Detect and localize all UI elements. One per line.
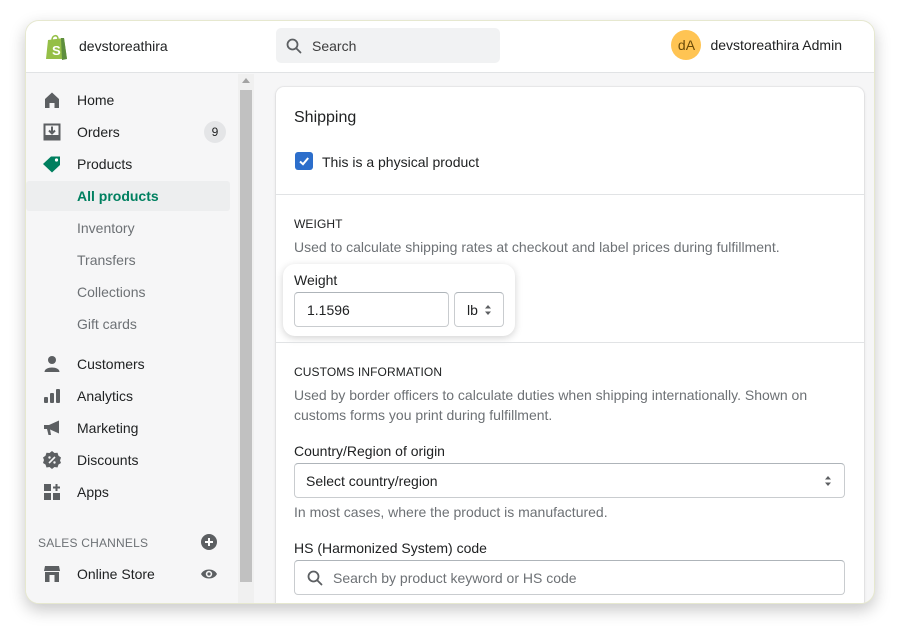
avatar: dA (671, 30, 702, 60)
user-name: devstoreathira Admin (710, 37, 842, 53)
app-window: S devstoreathira Search dA devstoreathir… (25, 20, 875, 604)
customers-icon (42, 354, 62, 374)
sidebar-item-inventory[interactable]: Inventory (26, 213, 230, 243)
country-help-text: In most cases, where the product is manu… (294, 504, 608, 520)
store-name[interactable]: devstoreathira (79, 38, 168, 54)
country-region-select[interactable]: Select country/region (294, 463, 845, 498)
top-bar: S devstoreathira Search dA devstoreathir… (26, 21, 874, 73)
sales-channels-heading: SALES CHANNELS (38, 536, 149, 550)
products-tag-icon (42, 154, 62, 174)
orders-count-badge: 9 (204, 121, 226, 143)
orders-icon (42, 122, 62, 142)
sidebar-item-orders[interactable]: Orders 9 (26, 117, 230, 147)
sidebar-item-gift-cards[interactable]: Gift cards (26, 309, 230, 339)
sidebar-item-analytics[interactable]: Analytics (26, 381, 230, 411)
sidebar-item-online-store[interactable]: Online Store (26, 559, 230, 589)
weight-label: Weight (294, 272, 338, 288)
weight-help-text: Used to calculate shipping rates at chec… (294, 239, 780, 255)
weight-input[interactable]: 1.1596 (294, 292, 449, 327)
select-arrows-icon (825, 475, 831, 486)
sidebar-item-apps[interactable]: Apps (26, 477, 230, 507)
svg-text:S: S (52, 43, 61, 58)
search-placeholder: Search (312, 37, 357, 54)
shipping-title: Shipping (294, 109, 357, 126)
user-menu[interactable]: dA devstoreathira Admin (671, 30, 842, 60)
add-sales-channel-button[interactable] (201, 534, 217, 550)
weight-field-group: Weight 1.1596 lb (283, 264, 515, 336)
global-search[interactable]: Search (276, 28, 500, 63)
search-icon (307, 570, 323, 585)
checkmark-icon (299, 157, 309, 166)
home-icon (42, 90, 62, 110)
weight-unit-select[interactable]: lb (454, 292, 504, 327)
country-origin-label: Country/Region of origin (294, 443, 445, 459)
apps-icon (42, 482, 62, 502)
discounts-icon (42, 450, 62, 470)
analytics-icon (42, 386, 62, 406)
sidebar-item-products[interactable]: Products (26, 149, 230, 179)
sidebar-item-customers[interactable]: Customers (26, 349, 230, 379)
sidebar-nav: Home Orders 9 Products All products Inve… (26, 74, 238, 603)
hs-code-label: HS (Harmonized System) code (294, 540, 487, 556)
divider (276, 194, 864, 195)
search-icon (286, 38, 302, 53)
sidebar-item-all-products[interactable]: All products (26, 181, 230, 211)
shipping-card: Shipping This is a physical product WEIG… (276, 87, 864, 603)
hs-code-placeholder: Search by product keyword or HS code (333, 569, 577, 586)
sidebar-item-collections[interactable]: Collections (26, 277, 230, 307)
scroll-up-arrow-icon[interactable] (242, 78, 250, 83)
customs-help-text: Used by border officers to calculate dut… (294, 387, 808, 423)
customs-heading: CUSTOMS INFORMATION (294, 365, 443, 379)
sidebar-item-marketing[interactable]: Marketing (26, 413, 230, 443)
sidebar-item-discounts[interactable]: Discounts (26, 445, 230, 475)
shopify-logo-icon: S (46, 34, 67, 60)
physical-product-label[interactable]: This is a physical product (322, 154, 479, 170)
sidebar-item-home[interactable]: Home (26, 85, 230, 115)
select-arrows-icon (485, 304, 491, 315)
marketing-icon (42, 418, 62, 438)
sidebar-scrollbar[interactable] (238, 74, 254, 603)
scrollbar-thumb[interactable] (240, 90, 252, 582)
hs-code-search-input[interactable]: Search by product keyword or HS code (294, 560, 845, 595)
sidebar-item-transfers[interactable]: Transfers (26, 245, 230, 275)
online-store-icon (42, 564, 62, 584)
divider (276, 342, 864, 343)
physical-product-checkbox[interactable] (295, 152, 313, 170)
view-online-store-eye-icon[interactable] (200, 565, 218, 583)
weight-heading: WEIGHT (294, 217, 343, 231)
